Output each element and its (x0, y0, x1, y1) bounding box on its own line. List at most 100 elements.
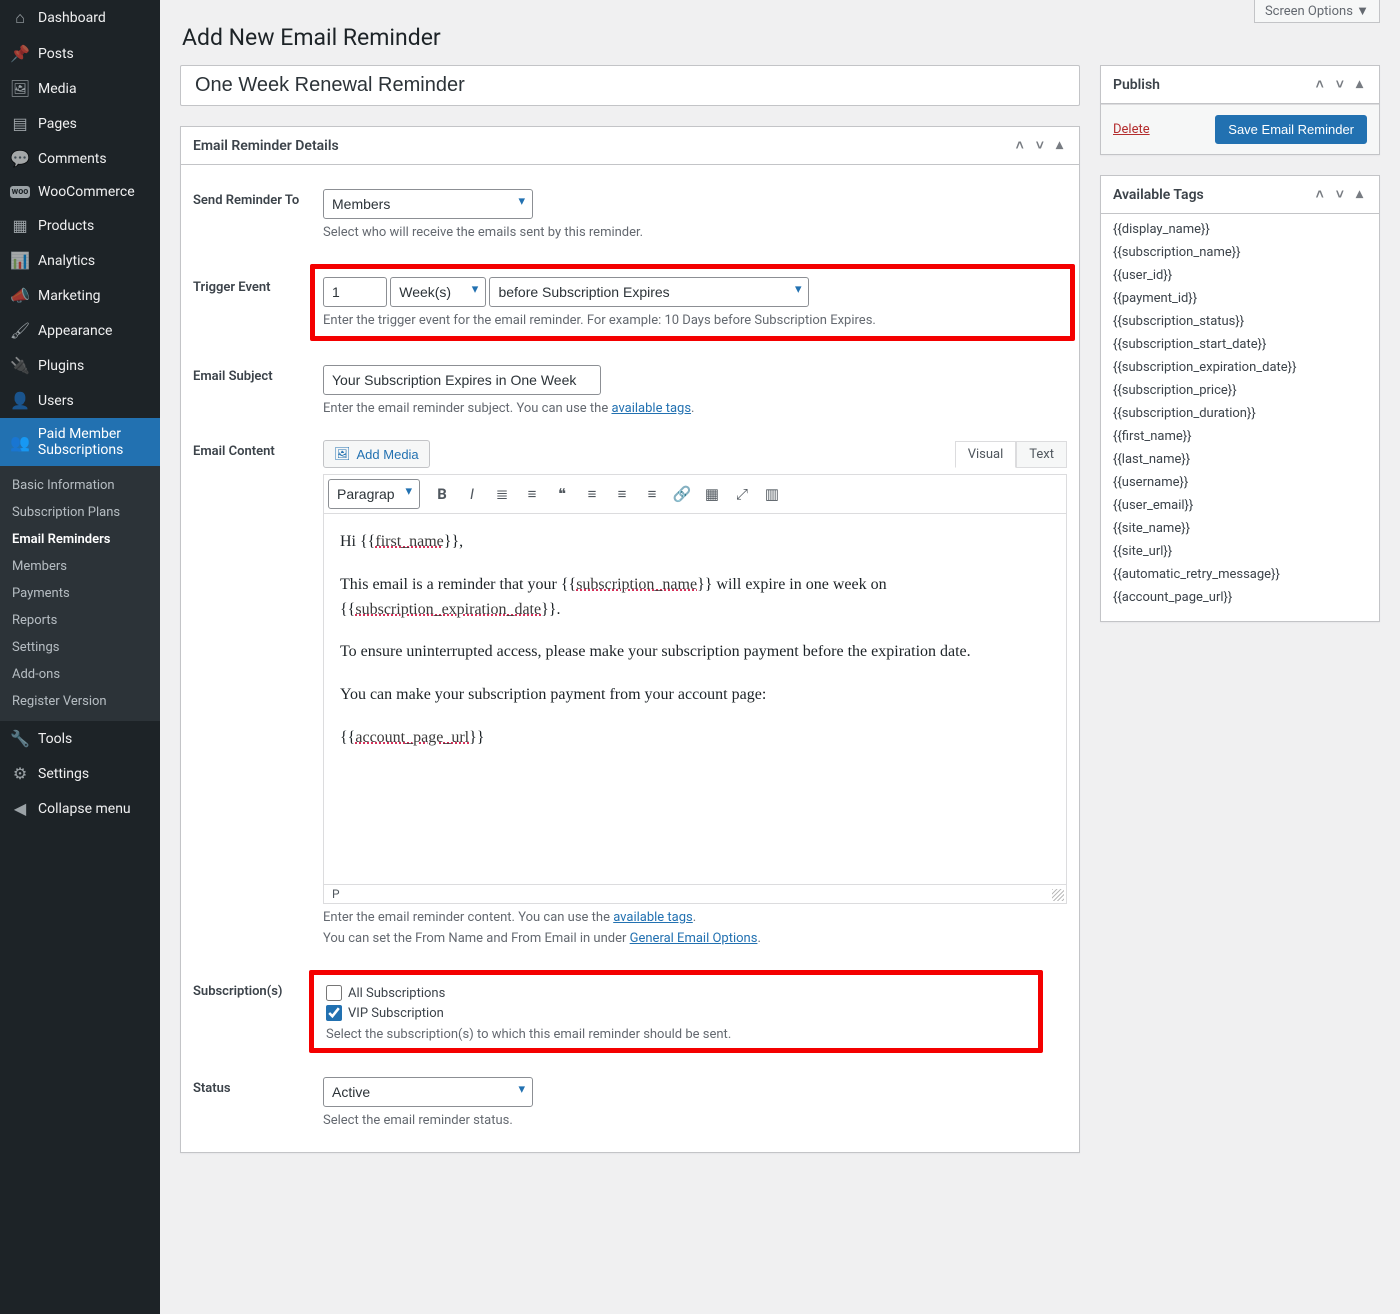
sidebar-item-plugins[interactable]: 🔌Plugins (0, 348, 160, 383)
sidebar-sub-basic-information[interactable]: Basic Information (0, 472, 160, 499)
sidebar-item-settings[interactable]: ⚙Settings (0, 756, 160, 791)
number-list-button[interactable]: ≡ (518, 480, 546, 508)
title-input[interactable] (180, 65, 1080, 106)
toggle-icon[interactable]: ▴ (1352, 186, 1367, 203)
sidebar-item-marketing[interactable]: 📣Marketing (0, 278, 160, 313)
page-title: Add New Email Reminder (182, 24, 1380, 51)
toolbar-toggle-button[interactable]: ▥ (758, 480, 786, 508)
tag-item[interactable]: {{display_name}} (1113, 218, 1367, 241)
tag-item[interactable]: {{first_name}} (1113, 425, 1367, 448)
subject-tags-link[interactable]: available tags (611, 401, 691, 416)
sidebar-item-paid-member-subscriptions[interactable]: 👥Paid Member Subscriptions (0, 418, 160, 466)
link-button[interactable]: 🔗 (668, 480, 696, 508)
tags-header[interactable]: Available Tags ˄ ˅ ▴ (1101, 176, 1379, 214)
tab-visual[interactable]: Visual (955, 441, 1017, 468)
sidebar-item-dashboard[interactable]: ⌂Dashboard (0, 0, 160, 36)
tools-icon: 🔧 (10, 729, 30, 748)
sidebar-item-media[interactable]: 🖼Media (0, 71, 160, 106)
align-right-button[interactable]: ≡ (638, 480, 666, 508)
toggle-icon[interactable]: ▴ (1052, 137, 1067, 154)
move-down-icon[interactable]: ˅ (1032, 137, 1048, 154)
publish-header[interactable]: Publish ˄ ˅ ▴ (1101, 66, 1379, 104)
vip-subscription-label: VIP Subscription (348, 1006, 444, 1021)
bullet-list-button[interactable]: ≣ (488, 480, 516, 508)
delete-link[interactable]: Delete (1113, 122, 1150, 137)
sidebar-sub-email-reminders[interactable]: Email Reminders (0, 526, 160, 553)
align-center-button[interactable]: ≡ (608, 480, 636, 508)
fullscreen-button[interactable]: ⤢ (728, 480, 756, 508)
tag-item[interactable]: {{subscription_start_date}} (1113, 333, 1367, 356)
sidebar-item-posts[interactable]: 📌Posts (0, 36, 160, 71)
tag-item[interactable]: {{site_name}} (1113, 517, 1367, 540)
sidebar-sub-members[interactable]: Members (0, 553, 160, 580)
align-left-button[interactable]: ≡ (578, 480, 606, 508)
sidebar-sub-reports[interactable]: Reports (0, 607, 160, 634)
move-up-icon[interactable]: ˄ (1012, 137, 1028, 154)
details-title: Email Reminder Details (193, 138, 339, 154)
format-select[interactable]: Paragraph (328, 479, 420, 509)
tag-item[interactable]: {{site_url}} (1113, 540, 1367, 563)
save-button[interactable]: Save Email Reminder (1215, 115, 1367, 144)
status-select[interactable]: Active (323, 1077, 533, 1107)
toggle-icon[interactable]: ▴ (1352, 76, 1367, 93)
details-header[interactable]: Email Reminder Details ˄ ˅ ▴ (181, 127, 1079, 165)
tag-item[interactable]: {{subscription_duration}} (1113, 402, 1367, 425)
send-to-label: Send Reminder To (193, 189, 323, 208)
sidebar-submenu: Basic Information Subscription Plans Ema… (0, 466, 160, 721)
tag-item[interactable]: {{subscription_expiration_date}} (1113, 356, 1367, 379)
general-email-link[interactable]: General Email Options (630, 931, 758, 946)
vip-subscription-checkbox[interactable] (326, 1005, 342, 1021)
tab-text[interactable]: Text (1016, 441, 1067, 468)
move-up-icon[interactable]: ˄ (1312, 186, 1328, 203)
tag-item[interactable]: {{payment_id}} (1113, 287, 1367, 310)
trigger-unit-select[interactable]: Week(s) (390, 277, 486, 307)
tag-item[interactable]: {{subscription_status}} (1113, 310, 1367, 333)
sidebar-sub-payments[interactable]: Payments (0, 580, 160, 607)
sidebar-item-users[interactable]: 👤Users (0, 383, 160, 418)
move-up-icon[interactable]: ˄ (1312, 76, 1328, 93)
quote-button[interactable]: ❝ (548, 480, 576, 508)
tag-item[interactable]: {{last_name}} (1113, 448, 1367, 471)
editor-toolbar: Paragraph B I ≣ ≡ ❝ ≡ ≡ ≡ (324, 475, 1066, 514)
editor-body[interactable]: Hi {{first_name}}, This email is a remin… (324, 514, 1066, 884)
tag-item[interactable]: {{subscription_name}} (1113, 241, 1367, 264)
send-to-select[interactable]: Members (323, 189, 533, 219)
sidebar-item-analytics[interactable]: 📊Analytics (0, 243, 160, 278)
sidebar-sub-register-version[interactable]: Register Version (0, 688, 160, 715)
tag-item[interactable]: {{username}} (1113, 471, 1367, 494)
collapse-icon: ◀ (10, 799, 30, 818)
subscriptions-label: Subscription(s) (193, 970, 323, 1053)
sidebar-item-pages[interactable]: ▤Pages (0, 106, 160, 141)
sidebar-sub-addons[interactable]: Add-ons (0, 661, 160, 688)
sidebar-sub-subscription-plans[interactable]: Subscription Plans (0, 499, 160, 526)
content-tags-link[interactable]: available tags (613, 910, 693, 925)
sidebar-item-comments[interactable]: 💬Comments (0, 141, 160, 176)
sidebar-item-tools[interactable]: 🔧Tools (0, 721, 160, 756)
media-icon: 🖼 (334, 446, 351, 462)
all-subscriptions-checkbox[interactable] (326, 985, 342, 1001)
tag-item[interactable]: {{subscription_price}} (1113, 379, 1367, 402)
pages-icon: ▤ (10, 114, 30, 133)
move-down-icon[interactable]: ˅ (1332, 76, 1348, 93)
screen-options-button[interactable]: Screen Options ▼ (1254, 0, 1380, 23)
sidebar-sub-settings[interactable]: Settings (0, 634, 160, 661)
sidebar-item-appearance[interactable]: 🖌Appearance (0, 313, 160, 348)
email-reminder-details-box: Email Reminder Details ˄ ˅ ▴ Send Remind… (180, 126, 1080, 1153)
tag-item[interactable]: {{user_email}} (1113, 494, 1367, 517)
trigger-when-select[interactable]: before Subscription Expires (489, 277, 809, 307)
bold-button[interactable]: B (428, 480, 456, 508)
products-icon: ▦ (10, 216, 30, 235)
tag-item[interactable]: {{automatic_retry_message}} (1113, 563, 1367, 586)
subject-input[interactable] (323, 365, 601, 395)
italic-button[interactable]: I (458, 480, 486, 508)
move-down-icon[interactable]: ˅ (1332, 186, 1348, 203)
tag-item[interactable]: {{user_id}} (1113, 264, 1367, 287)
sidebar-item-products[interactable]: ▦Products (0, 208, 160, 243)
add-media-button[interactable]: 🖼Add Media (323, 440, 430, 468)
publish-box: Publish ˄ ˅ ▴ Delete Save Email Reminder (1100, 65, 1380, 155)
trigger-number-input[interactable] (323, 277, 387, 307)
sidebar-collapse[interactable]: ◀Collapse menu (0, 791, 160, 826)
tag-item[interactable]: {{account_page_url}} (1113, 586, 1367, 609)
sidebar-item-woocommerce[interactable]: wooWooCommerce (0, 176, 160, 208)
more-button[interactable]: ▦ (698, 480, 726, 508)
